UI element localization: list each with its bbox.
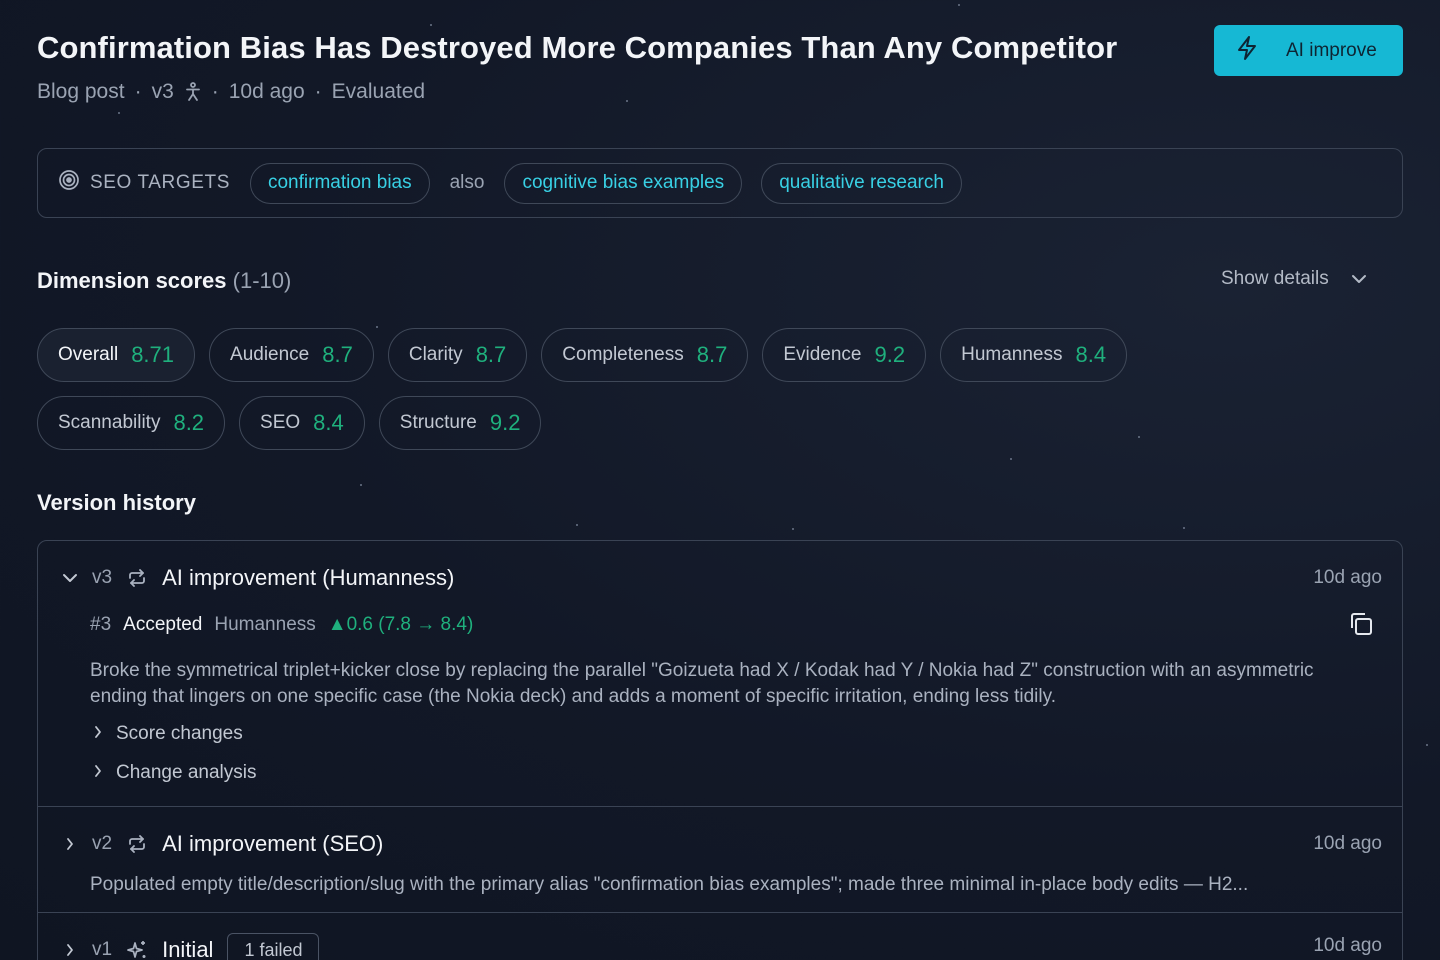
run-score-delta: ▲0.6 (7.8 → 8.4): [327, 614, 474, 635]
score-chip-completeness[interactable]: Completeness 8.7: [541, 328, 749, 382]
version-summary: Populated empty title/description/slug w…: [90, 874, 1249, 895]
score-chip-audience[interactable]: Audience 8.7: [209, 328, 374, 382]
seo-also-label: also: [449, 172, 485, 193]
score-label: Overall: [58, 344, 119, 365]
ai-improve-label: AI improve: [1286, 39, 1377, 61]
score-chip-seo[interactable]: SEO 8.4: [239, 396, 365, 450]
page-header: Confirmation Bias Has Destroyed More Com…: [37, 0, 1403, 130]
version-number: v3: [92, 567, 113, 588]
meta-version: v3: [151, 80, 174, 103]
score-value: 8.4: [1075, 342, 1107, 367]
score-value: 8.2: [173, 410, 205, 435]
failed-badge: 1 failed: [227, 933, 320, 960]
version-header[interactable]: v2 AI improvement (SEO): [62, 831, 383, 857]
version-header[interactable]: v3 AI improvement (Humanness): [62, 565, 454, 591]
score-changes-expander[interactable]: Score changes: [94, 723, 243, 745]
score-label: Audience: [230, 344, 310, 365]
seo-primary-chip[interactable]: confirmation bias: [249, 162, 430, 204]
score-chip-overall[interactable]: Overall 8.71: [37, 328, 196, 382]
target-icon: [58, 169, 80, 197]
ai-improve-button[interactable]: AI improve: [1214, 25, 1403, 76]
change-analysis-expander[interactable]: Change analysis: [94, 762, 256, 784]
copy-icon[interactable]: [1348, 611, 1374, 642]
score-value: 8.71: [131, 342, 175, 367]
dimension-scores-range: (1-10): [232, 268, 292, 293]
score-chip-scannability[interactable]: Scannability 8.2: [37, 396, 226, 450]
score-label: SEO: [260, 412, 301, 433]
run-number: #3: [90, 614, 112, 635]
version-history-heading: Version history: [37, 490, 196, 515]
seo-targets-text: SEO TARGETS: [90, 172, 230, 193]
meta-status: Evaluated: [331, 80, 426, 103]
chevron-right-icon: [94, 762, 102, 784]
seo-targets-panel: SEO TARGETS confirmation bias also cogni…: [37, 148, 1403, 218]
run-status: Accepted: [123, 614, 203, 635]
version-header[interactable]: v1 Initial 1 failed: [62, 933, 320, 960]
seo-targets-label: SEO TARGETS: [58, 169, 230, 197]
version-time: 10d ago: [1313, 935, 1382, 956]
version-time: 10d ago: [1313, 567, 1382, 588]
lightning-icon: [1236, 35, 1258, 67]
version-number: v2: [92, 833, 113, 854]
score-chip-clarity[interactable]: Clarity 8.7: [387, 328, 528, 382]
seo-secondary-chip[interactable]: qualitative research: [761, 162, 962, 204]
version-row-v3: v3 AI improvement (Humanness) 10d ago #3…: [38, 541, 1402, 807]
dimension-scores-heading: Dimension scores (1-10): [37, 268, 291, 294]
meta-age: 10d ago: [228, 80, 305, 103]
sparkle-icon: [126, 939, 148, 960]
score-value: 8.7: [696, 342, 728, 367]
score-chips: Overall 8.71 Audience 8.7 Clarity 8.7 Co…: [37, 328, 1237, 450]
version-title: Initial: [162, 937, 214, 960]
chevron-right-icon[interactable]: [62, 943, 78, 957]
version-history-list: v3 AI improvement (Humanness) 10d ago #3…: [37, 540, 1403, 960]
chevron-right-icon: [94, 723, 102, 745]
score-label: Scannability: [58, 412, 161, 433]
score-chip-humanness[interactable]: Humanness 8.4: [940, 328, 1128, 382]
show-details-toggle[interactable]: Show details: [1221, 268, 1367, 290]
score-value: 9.2: [489, 410, 521, 435]
score-chip-evidence[interactable]: Evidence 9.2: [762, 328, 927, 382]
repeat-icon: [126, 569, 148, 587]
dimension-scores-title: Dimension scores: [37, 268, 227, 293]
version-number: v1: [92, 939, 113, 960]
score-value: 8.7: [322, 342, 353, 367]
chevron-right-icon[interactable]: [62, 837, 78, 851]
score-label: Completeness: [562, 344, 684, 365]
expander-label: Score changes: [116, 723, 243, 744]
chevron-down-icon[interactable]: [62, 573, 78, 583]
score-label: Evidence: [783, 344, 862, 365]
score-value: 8.7: [475, 342, 507, 367]
expander-label: Change analysis: [116, 762, 257, 783]
repeat-icon: [126, 835, 148, 853]
run-detail: #3 Accepted Humanness ▲0.6 (7.8 → 8.4): [90, 614, 473, 636]
score-label: Structure: [399, 412, 477, 433]
meta-separator: ·: [211, 80, 219, 103]
page: Confirmation Bias Has Destroyed More Com…: [37, 0, 1403, 960]
version-description: Broke the symmetrical triplet+kicker clo…: [90, 660, 1314, 707]
version-row-v2: v2 AI improvement (SEO) 10d ago Populate…: [38, 807, 1402, 913]
page-meta: Blog post · v3 · 10d ago · Evaluated: [37, 80, 425, 104]
meta-separator: ·: [314, 80, 322, 103]
chevron-down-icon: [1351, 268, 1367, 290]
score-value: 9.2: [874, 342, 906, 367]
score-label: Humanness: [961, 344, 1063, 365]
run-dimension: Humanness: [214, 614, 316, 635]
page-title: Confirmation Bias Has Destroyed More Com…: [37, 30, 1118, 65]
version-title: AI improvement (SEO): [162, 831, 384, 856]
score-value: 8.4: [313, 410, 344, 435]
meta-separator: ·: [134, 80, 142, 103]
show-details-label: Show details: [1221, 268, 1329, 289]
score-label: Clarity: [408, 344, 463, 365]
seo-secondary-chip[interactable]: cognitive bias examples: [504, 162, 743, 204]
person-icon: [184, 81, 202, 103]
version-row-v1: v1 Initial 1 failed 10d ago: [38, 913, 1402, 960]
score-chip-structure[interactable]: Structure 9.2: [378, 396, 542, 450]
meta-type: Blog post: [37, 80, 125, 103]
version-title: AI improvement (Humanness): [162, 565, 455, 590]
version-time: 10d ago: [1313, 833, 1382, 854]
